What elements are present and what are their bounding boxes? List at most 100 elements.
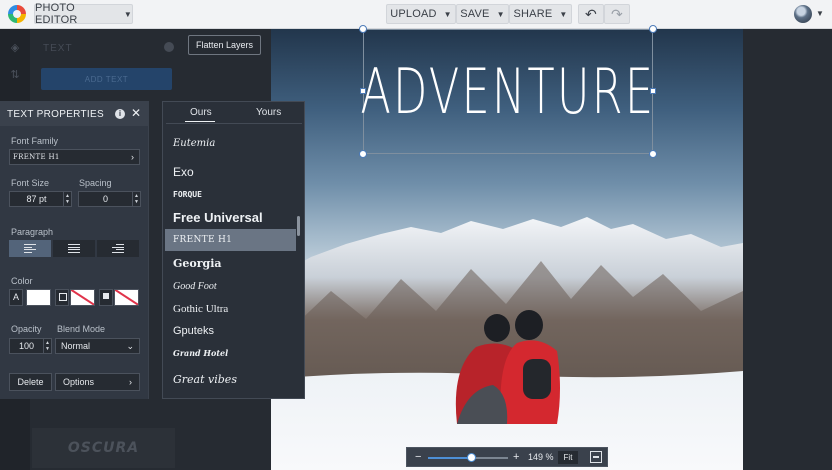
resize-handle[interactable] [649,150,657,158]
font-name: Grand Hotel [173,348,229,358]
zoom-controls: − + 149 % Fit [406,447,608,467]
font-list-item[interactable]: Grand Hotel [165,342,296,364]
zoom-level: 149 % [528,452,554,462]
opacity-label: Opacity [11,324,42,334]
fullscreen-icon[interactable] [590,451,602,463]
font-list-item[interactable]: Great vibes [165,368,296,390]
chevron-right-icon: › [131,152,134,162]
resize-handle[interactable] [360,88,366,94]
save-label: SAVE [460,8,490,20]
font-preview-tile[interactable]: OSCURA [32,428,175,468]
zoom-fit-button[interactable]: Fit [558,451,578,464]
font-list-item[interactable]: Free Universal [165,206,296,228]
font-size-stepper[interactable]: ▲ ▼ [63,192,71,206]
font-name: FRENTE H1 [173,235,233,245]
chevron-down-icon: ▼ [123,9,132,19]
app-menu-label: PHOTO EDITOR [35,2,78,26]
chevron-down-icon[interactable]: ▼ [816,9,824,18]
tab-ours[interactable]: Ours [190,107,212,118]
delete-button[interactable]: Delete [9,373,52,391]
resize-handle[interactable] [359,150,367,158]
share-label: SHARE [513,8,553,20]
font-name: Georgia [173,256,222,270]
chevron-down-icon: ⌄ [126,340,134,351]
background-color-swatch[interactable] [70,289,95,306]
font-family-select[interactable]: FRENTE H1 › [9,149,140,165]
font-name: Gputeks [173,325,214,337]
options-button[interactable]: Options › [55,373,140,391]
resize-handle[interactable] [650,88,656,94]
align-right-button[interactable] [97,240,139,257]
close-icon[interactable]: ✕ [131,106,141,120]
align-left-button[interactable] [9,240,51,257]
opacity-input[interactable]: 100 ▲ ▼ [9,338,52,354]
info-icon[interactable] [164,42,174,52]
info-icon[interactable]: i [115,109,125,119]
font-list-item[interactable]: Eutemia [165,132,296,154]
upload-button[interactable]: UPLOAD ▼ [386,4,456,24]
text-color-swatch[interactable] [26,289,51,306]
spacing-label: Spacing [79,178,112,188]
app-menu-button[interactable]: PHOTO EDITOR ▼ [34,2,133,26]
undo-button[interactable]: ↶ [578,4,604,24]
font-list-item[interactable]: Exo [165,161,296,183]
font-name: Free Universal [173,209,263,225]
align-center-icon [68,244,80,253]
resize-handle[interactable] [649,25,657,33]
spacing-input[interactable]: 0 ▲ ▼ [78,191,141,207]
redo-icon: ↷ [611,5,623,22]
adjust-icon[interactable]: ⇅ [9,69,21,81]
panel-header: TEXT PROPERTIES i ✕ [0,101,149,126]
headline-text-layer[interactable]: ADVENTURE [361,29,656,154]
opacity-value: 100 [18,341,35,351]
opacity-stepper[interactable]: ▲ ▼ [43,339,51,353]
font-size-value: 87 pt [26,194,47,204]
options-label: Options [63,377,95,387]
zoom-slider-handle[interactable] [467,453,476,462]
text-color-icon: A [9,289,23,306]
chevron-down-icon: ▼ [559,9,568,19]
font-name: Good Foot [173,280,217,292]
resize-handle[interactable] [359,25,367,33]
font-name: Great vibes [173,372,237,386]
zoom-out-icon[interactable]: − [415,451,421,463]
font-name: Gothic Ultra [173,303,229,315]
flatten-layers-button[interactable]: Flatten Layers [188,35,261,55]
headline-text[interactable]: ADVENTURE [361,55,656,128]
font-family-label: Font Family [11,136,59,146]
spacing-stepper[interactable]: ▲ ▼ [132,192,140,206]
background-color-icon [55,289,69,306]
save-button[interactable]: SAVE ▼ [456,4,509,24]
chevron-down-icon: ▼ [443,9,452,19]
tab-yours[interactable]: Yours [256,107,281,118]
font-size-input[interactable]: 87 pt ▲ ▼ [9,191,72,207]
font-preview-label: OSCURA [67,440,140,456]
font-list-item[interactable]: FRENTE H1 [165,229,296,251]
blend-mode-label: Blend Mode [57,324,106,334]
avatar[interactable] [794,5,812,23]
font-list-item[interactable]: Gothic Ultra [165,298,296,320]
add-text-button[interactable]: ADD TEXT [41,68,172,90]
font-list-item[interactable]: FORQUE [165,183,296,205]
font-list-item[interactable]: Good Foot [165,275,296,297]
share-button[interactable]: SHARE ▼ [509,4,572,24]
blend-mode-select[interactable]: Normal ⌄ [55,338,140,354]
layers-icon[interactable]: ◈ [9,42,21,54]
zoom-in-icon[interactable]: + [513,451,519,463]
font-list-item[interactable]: Georgia [165,252,296,274]
top-toolbar: PHOTO EDITOR ▼ UPLOAD ▼ SAVE ▼ SHARE ▼ ↶… [0,0,832,29]
delete-label: Delete [17,377,44,387]
align-right-icon [112,244,124,253]
undo-icon: ↶ [585,5,597,22]
color-label: Color [11,276,33,286]
paragraph-label: Paragraph [11,227,54,237]
font-list-item[interactable]: Gputeks [165,320,296,342]
zoom-slider-fill [428,457,472,459]
scrollbar[interactable] [297,216,300,236]
redo-button[interactable]: ↷ [604,4,630,24]
divider [166,123,302,124]
text-properties-panel: TEXT PROPERTIES i ✕ Font Family FRENTE H… [0,101,149,399]
align-center-button[interactable] [53,240,95,257]
stroke-color-swatch[interactable] [114,289,139,306]
font-name: Eutemia [173,137,216,149]
